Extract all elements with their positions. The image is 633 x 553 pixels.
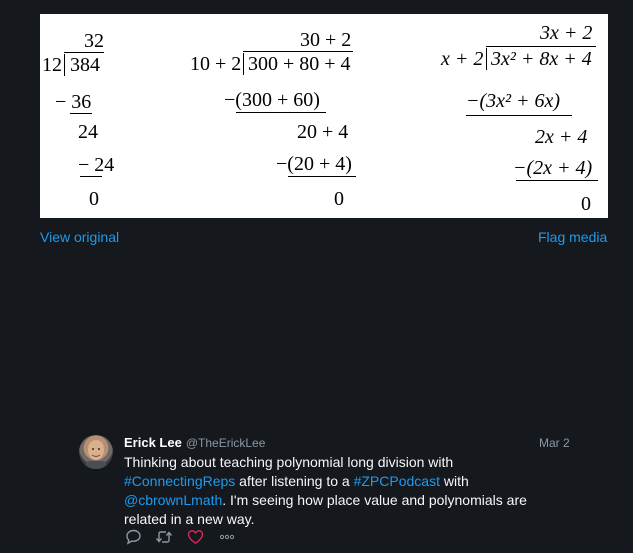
hashtag-zpcpodcast[interactable]: #ZPCPodcast <box>354 473 440 489</box>
middle-step-1: −(300 + 60) <box>224 89 320 111</box>
tweet-date[interactable]: Mar 2 <box>539 436 570 450</box>
right-quotient: 3x + 2 <box>540 22 593 44</box>
right-division-bar <box>486 46 596 47</box>
middle-remainder-1: 20 + 4 <box>297 121 349 143</box>
mention-cbrownlmath[interactable]: @cbrownLmath <box>124 492 222 508</box>
tweet-author[interactable]: Erick Lee @TheErickLee <box>124 435 265 450</box>
right-underline-1 <box>466 115 572 116</box>
middle-underline-1 <box>236 112 326 113</box>
heart-icon <box>187 530 204 545</box>
right-dividend: 3x² + 8x + 4 <box>491 48 592 70</box>
right-step-1: −(3x² + 6x) <box>466 90 561 112</box>
view-original-link[interactable]: View original <box>40 229 119 245</box>
avatar-face-icon <box>85 440 107 469</box>
right-underline-2 <box>516 180 598 181</box>
left-result: 0 <box>89 188 99 210</box>
middle-division-bracket <box>243 53 244 75</box>
reply-button[interactable] <box>125 529 142 545</box>
middle-result: 0 <box>334 188 344 210</box>
middle-step-2: −(20 + 4) <box>276 153 352 175</box>
right-result: 0 <box>581 193 591 215</box>
middle-division-bar <box>243 51 353 52</box>
middle-divisor: 10 + 2 <box>190 53 242 75</box>
tweet-media-image[interactable]: 32 12 384 − 36 24 − 24 0 30 + 2 10 + 2 3… <box>40 14 608 218</box>
left-dividend: 384 <box>70 54 100 76</box>
right-division-bracket <box>486 48 487 70</box>
tweet-text-part-1: Thinking about teaching polynomial long … <box>124 454 454 470</box>
author-name[interactable]: Erick Lee <box>124 435 182 450</box>
middle-underline-2 <box>288 176 356 177</box>
left-quotient: 32 <box>84 30 104 52</box>
hashtag-connectingreps[interactable]: #ConnectingReps <box>124 473 235 489</box>
left-divisor: 12 <box>42 54 62 76</box>
left-step-1: − 36 <box>55 91 92 113</box>
retweet-icon <box>155 531 173 543</box>
left-underline-1 <box>70 113 92 114</box>
flag-media-link[interactable]: Flag media <box>538 229 607 245</box>
avatar[interactable] <box>79 435 113 469</box>
right-step-2: −(2x + 4) <box>513 157 593 179</box>
tweet-text-part-3: with <box>439 473 469 489</box>
tweet-text-part-2: after listening to a <box>235 473 354 489</box>
left-division-bar <box>64 52 104 53</box>
left-underline-2 <box>80 176 102 177</box>
left-step-2: − 24 <box>78 154 115 176</box>
like-button[interactable] <box>187 529 204 545</box>
more-icon <box>219 534 235 540</box>
tweet-text: Thinking about teaching polynomial long … <box>124 453 554 529</box>
reply-icon <box>126 529 141 545</box>
middle-dividend: 300 + 80 + 4 <box>248 53 351 75</box>
right-divisor: x + 2 <box>441 48 484 70</box>
left-remainder-1: 24 <box>78 121 98 143</box>
author-handle[interactable]: @TheErickLee <box>186 436 266 450</box>
right-remainder-1: 2x + 4 <box>535 126 588 148</box>
more-button[interactable] <box>219 529 235 545</box>
retweet-button[interactable] <box>155 529 173 545</box>
middle-quotient: 30 + 2 <box>300 29 352 51</box>
left-division-bracket <box>64 54 65 76</box>
